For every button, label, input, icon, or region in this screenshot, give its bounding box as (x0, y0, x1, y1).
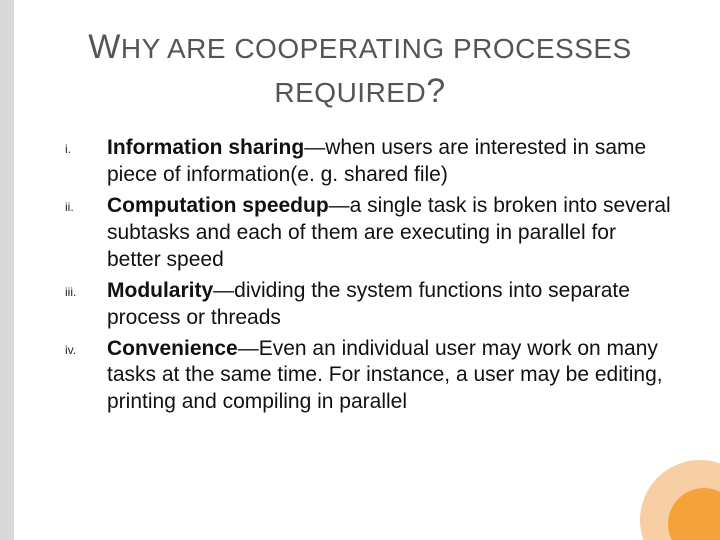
list-item: i. Information sharing—when users are in… (65, 135, 675, 189)
list-item: iii. Modularity—dividing the system func… (65, 278, 675, 332)
title-line2: REQUIRED (274, 77, 426, 108)
list-item: iv. Convenience—Even an individual user … (65, 336, 675, 417)
list-bold: Convenience (107, 337, 238, 360)
title-line1: HY ARE COOPERATING PROCESSES (121, 33, 632, 64)
list-text: Modularity—dividing the system functions… (107, 278, 675, 332)
title-qmark: ? (426, 72, 445, 110)
slide-body: i. Information sharing—when users are in… (45, 135, 675, 416)
list-numeral: iii. (65, 278, 107, 299)
list-bold: Modularity (107, 279, 213, 302)
list-text: Computation speedup—a single task is bro… (107, 193, 675, 274)
left-accent-bar (0, 0, 14, 540)
list-numeral: i. (65, 135, 107, 156)
title-first-letter: W (88, 28, 121, 66)
list-numeral: ii. (65, 193, 107, 214)
list-item: ii. Computation speedup—a single task is… (65, 193, 675, 274)
list-bold: Computation speedup (107, 194, 329, 217)
slide: WHY ARE COOPERATING PROCESSES REQUIRED? … (0, 0, 720, 540)
slide-title: WHY ARE COOPERATING PROCESSES REQUIRED? (45, 25, 675, 113)
list-text: Information sharing—when users are inter… (107, 135, 675, 189)
list-bold: Information sharing (107, 136, 304, 159)
list-text: Convenience—Even an individual user may … (107, 336, 675, 417)
list-numeral: iv. (65, 336, 107, 357)
